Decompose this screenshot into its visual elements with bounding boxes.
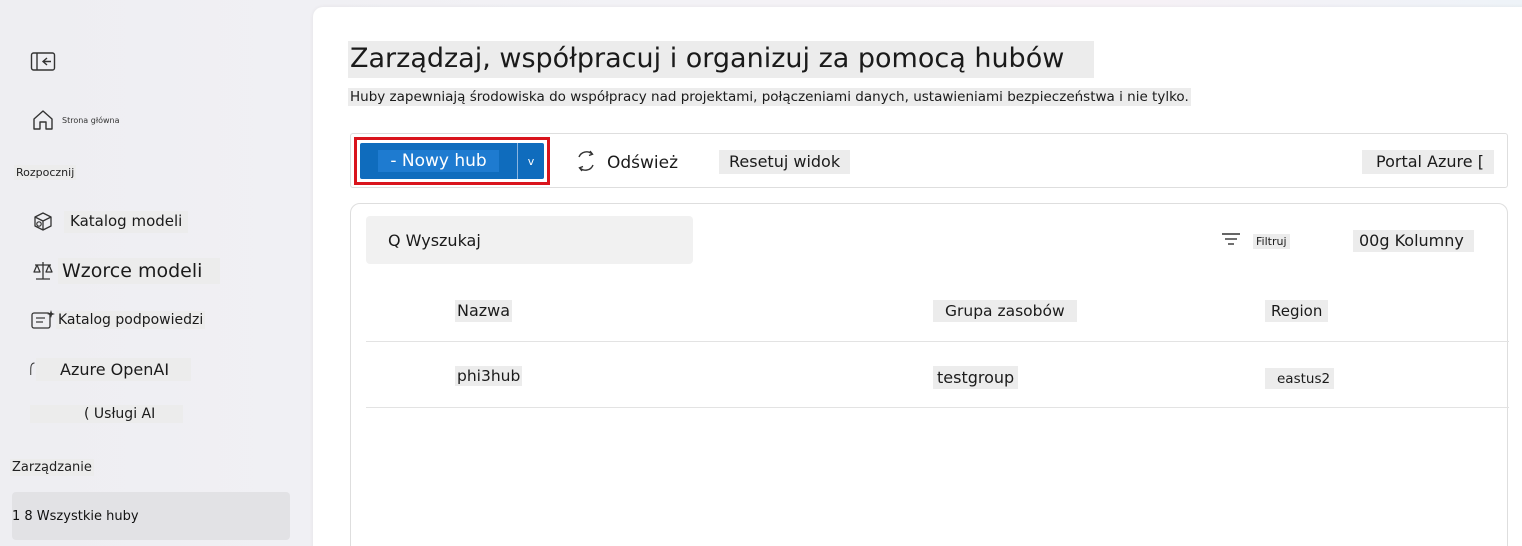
sidebar-item-label: Wzorce modeli [58, 258, 221, 284]
sidebar-item-prompt-catalog[interactable]: Katalog podpowiedzi [30, 307, 206, 333]
sidebar-item-label: ( Usługi AI [30, 405, 184, 423]
sidebar-item-label: 1 8 Wszystkie huby [12, 508, 139, 524]
filter-icon [1221, 231, 1241, 251]
column-header-resource-group[interactable]: Grupa zasobów [933, 300, 1077, 322]
sidebar-item-model-catalog[interactable]: Katalog modeli [30, 209, 189, 235]
cube-icon [30, 209, 56, 235]
search-text: Q Wyszukaj [388, 230, 481, 250]
sidebar-item-ai-services[interactable]: ( Usługi AI [30, 405, 184, 423]
panel-collapse-icon[interactable] [30, 51, 56, 73]
row-divider [366, 407, 1509, 408]
azure-portal-link[interactable]: Portal Azure [ [1362, 150, 1494, 174]
sidebar-item-home[interactable]: Strona główna [30, 107, 120, 133]
header-divider [366, 341, 1509, 342]
cell-region: eastus2 [1265, 368, 1335, 389]
section-heading-start: Rozpocznij [14, 165, 77, 180]
columns-button[interactable]: 00g Kolumny [1353, 230, 1474, 252]
main-panel: Zarządzaj, współpracuj i organizuj za po… [313, 7, 1522, 546]
sidebar: Strona główna Rozpocznij Katalog modeli … [0, 0, 300, 546]
page-title: Zarządzaj, współpracuj i organizuj za po… [348, 41, 1095, 78]
refresh-label: Odśwież [607, 153, 679, 173]
sidebar-item-label: Katalog podpowiedzi [56, 311, 206, 329]
filter-button[interactable]: Filtruj [1221, 231, 1290, 251]
sidebar-item-model-benchmarks[interactable]: Wzorce modeli [30, 258, 221, 284]
new-hub-dropdown-button[interactable]: v [518, 155, 544, 168]
cell-resource-group: testgroup [933, 366, 1019, 389]
sidebar-item-azure-openai[interactable]: Azure OpenAI [30, 356, 192, 382]
scale-icon [30, 258, 56, 284]
section-heading-manage: Zarządzanie [10, 459, 94, 476]
home-icon [30, 107, 56, 133]
hubs-table-card: Q Wyszukaj Filtruj 00g Kolumny Nazwa Gru… [350, 203, 1509, 546]
filter-label: Filtruj [1253, 233, 1290, 249]
refresh-icon [573, 148, 599, 178]
new-hub-button[interactable]: - Nowy hub [360, 143, 518, 179]
reset-view-button[interactable]: Resetuj widok [719, 150, 851, 174]
sidebar-item-label: Strona główna [62, 115, 120, 125]
search-input[interactable]: Q Wyszukaj [366, 216, 693, 264]
new-hub-highlight: - Nowy hub v [354, 137, 550, 185]
column-header-name[interactable]: Nazwa [455, 300, 513, 322]
column-header-region[interactable]: Region [1265, 300, 1329, 322]
sidebar-item-label: Azure OpenAI [36, 357, 192, 381]
refresh-button[interactable]: Odśwież [573, 148, 678, 178]
new-hub-split-button: - Nowy hub v [360, 143, 544, 179]
cell-name[interactable]: phi3hub [455, 366, 523, 386]
sidebar-item-label: Katalog modeli [64, 211, 189, 233]
page-subtitle: Huby zapewniają środowiska do współpracy… [348, 88, 1191, 106]
chevron-down-icon: v [527, 154, 535, 168]
new-hub-label: - Nowy hub [378, 150, 499, 172]
sidebar-item-all-hubs[interactable]: 1 8 Wszystkie huby [12, 492, 290, 540]
prompt-catalog-icon [30, 307, 56, 333]
toolbar: - Nowy hub v Odśwież Resetuj widok Porta… [350, 133, 1508, 188]
